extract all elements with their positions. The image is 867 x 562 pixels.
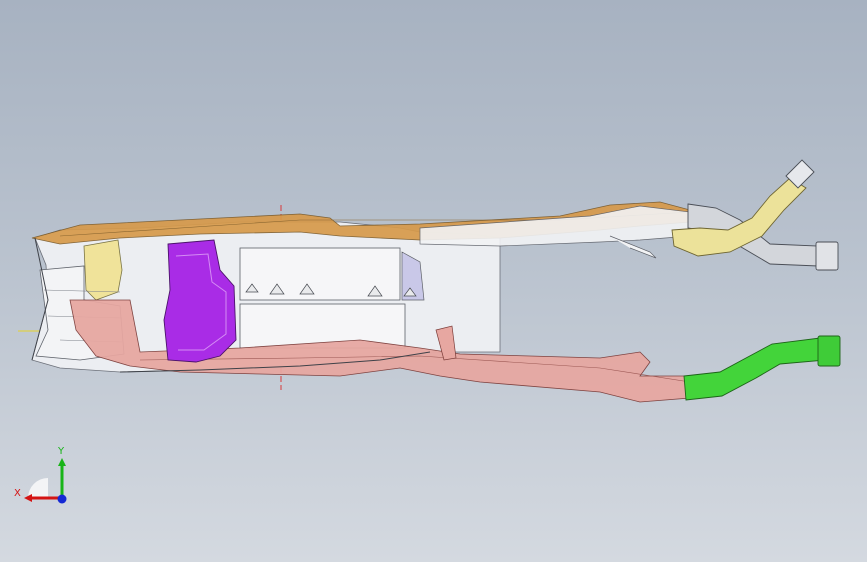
orientation-triad[interactable]: X Y [10, 440, 80, 510]
upper-rear-duct[interactable] [419, 205, 691, 247]
y-axis-label: Y [57, 446, 65, 457]
x-axis-label: X [14, 488, 21, 499]
green-tube[interactable] [683, 337, 827, 401]
z-axis-dot [57, 494, 67, 504]
green-tube-connector[interactable] [817, 335, 841, 367]
cad-viewport[interactable]: X Y [0, 0, 867, 562]
gray-tube-connector[interactable] [815, 241, 839, 271]
lower-compartment[interactable] [239, 303, 406, 349]
cad-model-view[interactable] [0, 0, 867, 562]
x-axis-arrowhead [24, 494, 32, 502]
y-axis-arrowhead [58, 458, 66, 466]
